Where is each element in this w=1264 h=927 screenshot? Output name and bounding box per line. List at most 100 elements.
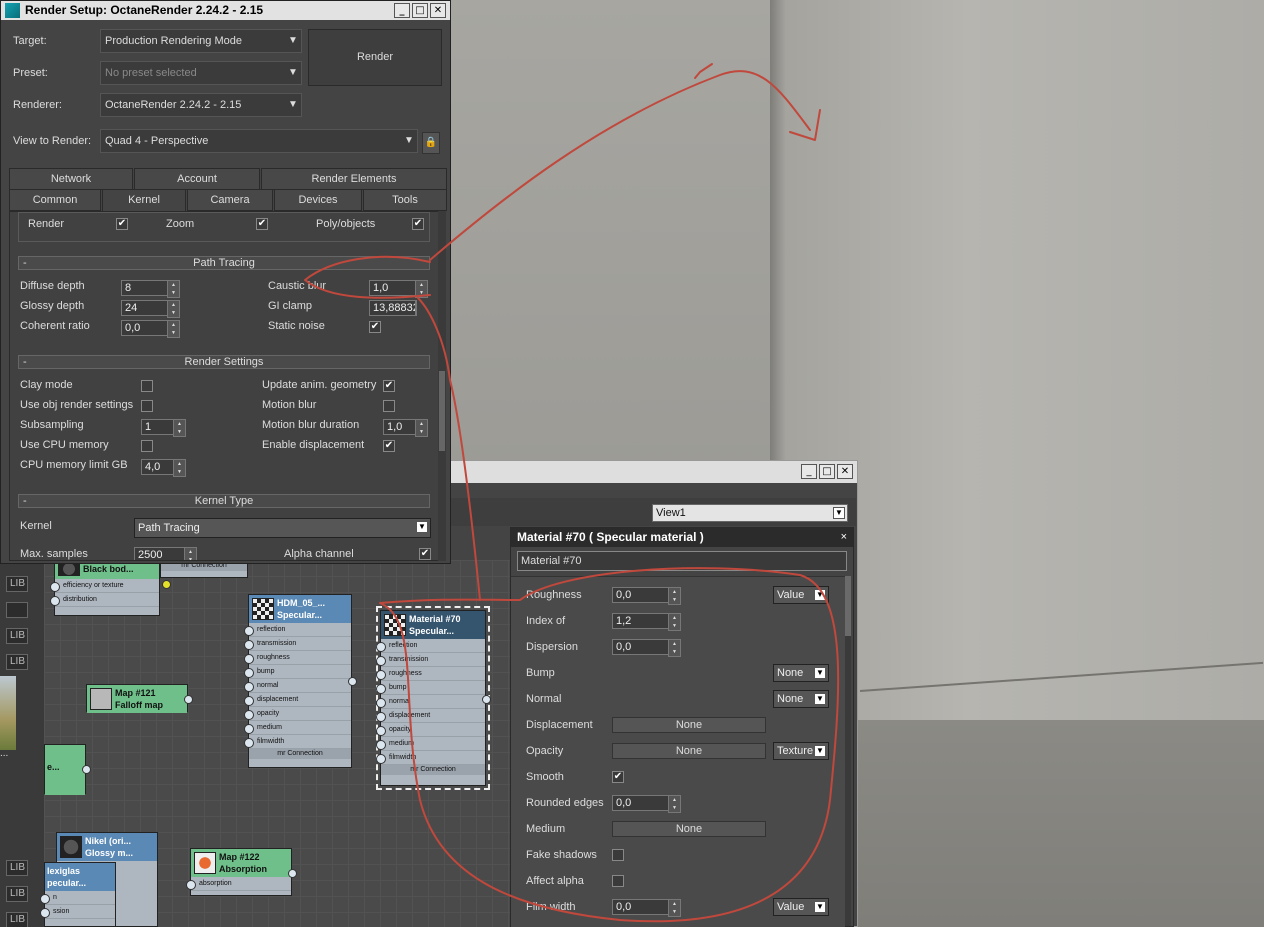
close-button[interactable]: ✕	[837, 464, 853, 479]
node-slot[interactable]: normal	[376, 695, 485, 709]
rounded-edges-spinner[interactable]: 0,0	[612, 795, 681, 813]
diffuse-depth-spinner[interactable]: 8	[121, 280, 180, 298]
chevron-down-icon[interactable]: ▼	[287, 99, 299, 111]
tab-camera[interactable]: Camera	[187, 189, 273, 211]
medium-button[interactable]: None	[612, 821, 766, 837]
collapse-icon[interactable]: -	[23, 495, 27, 507]
output-port[interactable]	[348, 677, 357, 686]
motion-blur-duration-spinner[interactable]: 1,0	[383, 419, 428, 437]
chevron-down-icon[interactable]: ▼	[814, 589, 826, 601]
roughness-mode-select[interactable]: Value ▼	[773, 586, 829, 604]
node-slot[interactable]: bump	[376, 681, 485, 695]
node-slot[interactable]: displacement	[244, 693, 351, 707]
roughness-spinner[interactable]: 0,0	[612, 587, 681, 605]
tab-render-elements[interactable]: Render Elements	[261, 168, 447, 190]
smooth-checkbox[interactable]: ✔	[612, 771, 624, 783]
collapse-icon[interactable]: -	[23, 257, 27, 269]
output-port[interactable]	[184, 695, 193, 704]
close-icon[interactable]: ×	[841, 528, 847, 547]
use-cpu-checkbox[interactable]	[141, 440, 153, 452]
render-button[interactable]: Render	[308, 29, 442, 86]
max-samples-spinner[interactable]: 2500	[134, 547, 197, 560]
render-setup-scrollbar[interactable]	[438, 211, 446, 561]
preset-select[interactable]: No preset selected ▼	[100, 61, 302, 85]
view-select[interactable]: View1 ▼	[652, 504, 848, 522]
node-slot[interactable]: filmwidth	[376, 751, 485, 765]
clay-mode-checkbox[interactable]	[141, 380, 153, 392]
kernel-type-header[interactable]: - Kernel Type	[18, 494, 430, 508]
gi-clamp-spinner[interactable]: 13,88832	[369, 300, 417, 316]
tab-tools[interactable]: Tools	[363, 189, 447, 211]
chevron-down-icon[interactable]: ▼	[403, 135, 415, 147]
node-partial[interactable]: e...	[44, 744, 91, 795]
coherent-ratio-spinner[interactable]: 0,0	[121, 320, 180, 338]
affect-alpha-checkbox[interactable]	[612, 875, 624, 887]
view-to-render-select[interactable]: Quad 4 - Perspective ▼	[100, 129, 418, 153]
node-slot[interactable]: ssion	[40, 905, 115, 919]
output-port[interactable]	[82, 765, 91, 774]
chevron-down-icon[interactable]: ▼	[814, 745, 826, 757]
displacement-map-button[interactable]: None	[612, 717, 766, 733]
zoom-option-checkbox[interactable]: ✔	[256, 218, 268, 230]
node-slot[interactable]: roughness	[376, 667, 485, 681]
caustic-blur-spinner[interactable]: 1,0	[369, 280, 428, 298]
bump-mode-select[interactable]: None ▼	[773, 664, 829, 682]
output-port[interactable]	[288, 869, 297, 878]
node-slot[interactable]: normal	[244, 679, 351, 693]
node-slot[interactable]: medium	[244, 721, 351, 735]
node-plexiglas[interactable]: lexiglas pecular... n ssion	[40, 862, 116, 927]
collapse-icon[interactable]: -	[23, 356, 27, 368]
minimize-button[interactable]: _	[801, 464, 817, 479]
node-slot[interactable]: displacement	[376, 709, 485, 723]
tab-account[interactable]: Account	[134, 168, 260, 190]
material-panel-scrollbar[interactable]	[845, 576, 851, 926]
node-material-70[interactable]: Material #70 Specular... reflection trans…	[376, 606, 491, 790]
node-slot[interactable]: filmwidth	[244, 735, 351, 749]
static-noise-checkbox[interactable]: ✔	[369, 321, 381, 333]
minimize-button[interactable]: _	[394, 3, 410, 18]
maximize-button[interactable]: □	[412, 3, 428, 18]
node-slot[interactable]: transmission	[376, 653, 485, 667]
node-slot[interactable]: opacity	[376, 723, 485, 737]
chevron-down-icon[interactable]: ▼	[287, 35, 299, 47]
node-slot[interactable]: opacity	[244, 707, 351, 721]
render-settings-header[interactable]: - Render Settings	[18, 355, 430, 369]
subsampling-spinner[interactable]: 1	[141, 419, 186, 437]
node-slot[interactable]: roughness	[244, 651, 351, 665]
kernel-select[interactable]: Path Tracing ▼	[134, 518, 431, 538]
node-slot[interactable]: absorption	[186, 877, 291, 891]
output-port[interactable]	[162, 580, 171, 589]
path-tracing-header[interactable]: - Path Tracing	[18, 256, 430, 270]
motion-blur-checkbox[interactable]	[383, 400, 395, 412]
chevron-down-icon[interactable]: ▼	[833, 507, 845, 519]
fake-shadows-checkbox[interactable]	[612, 849, 624, 861]
opacity-map-button[interactable]: None	[612, 743, 766, 759]
alpha-channel-checkbox[interactable]: ✔	[419, 548, 431, 560]
film-width-spinner[interactable]: 0,0	[612, 899, 681, 917]
output-port[interactable]	[482, 695, 491, 704]
chevron-down-icon[interactable]: ▼	[814, 667, 826, 679]
node-slot[interactable]: distribution	[50, 593, 159, 607]
dispersion-spinner[interactable]: 0,0	[612, 639, 681, 657]
material-name-field[interactable]: Material #70	[517, 551, 847, 571]
render-option-checkbox[interactable]: ✔	[116, 218, 128, 230]
film-width-mode-select[interactable]: Value ▼	[773, 898, 829, 916]
close-button[interactable]: ✕	[430, 3, 446, 18]
normal-mode-select[interactable]: None ▼	[773, 690, 829, 708]
lock-icon[interactable]: 🔒	[422, 132, 440, 154]
tab-kernel[interactable]: Kernel	[102, 189, 186, 211]
poly-option-checkbox[interactable]: ✔	[412, 218, 424, 230]
glossy-depth-spinner[interactable]: 24	[121, 300, 180, 318]
chevron-down-icon[interactable]: ▼	[416, 521, 428, 533]
node-slot[interactable]: transmission	[244, 637, 351, 651]
target-select[interactable]: Production Rendering Mode ▼	[100, 29, 302, 53]
node-slot[interactable]: n	[40, 891, 115, 905]
node-map-121[interactable]: Map #121 Falloff map	[86, 684, 193, 713]
node-slot[interactable]: medium	[376, 737, 485, 751]
render-setup-titlebar[interactable]: Render Setup: OctaneRender 2.24.2 - 2.15…	[1, 1, 450, 20]
node-hdm-specular[interactable]: HDM_05_... Specular... reflection transmi…	[244, 594, 357, 768]
chevron-down-icon[interactable]: ▼	[287, 67, 299, 79]
node-slot[interactable]: reflection	[376, 639, 485, 653]
node-map-122[interactable]: Map #122 Absorption absorption	[186, 848, 297, 896]
tab-devices[interactable]: Devices	[274, 189, 362, 211]
